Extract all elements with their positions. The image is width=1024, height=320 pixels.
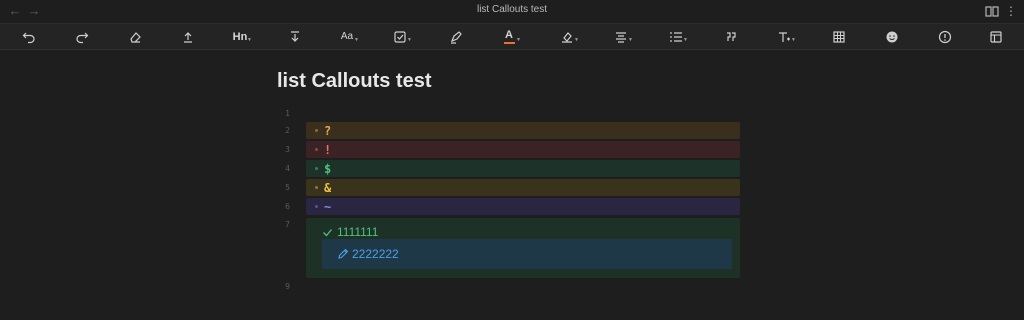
callout-symbol: ~ <box>324 199 332 214</box>
editing-toolbar: Hn ▼ Aa ▼ ▼ A ▼ ▼ ▼ ▼ ▼ <box>0 24 1024 50</box>
font-color-label: A <box>505 28 513 41</box>
note-callout-text: 2222222 <box>352 247 399 261</box>
chevron-down-icon: ▼ <box>407 37 412 43</box>
redo-icon[interactable] <box>73 28 91 45</box>
chevron-down-icon: ▼ <box>354 37 359 43</box>
line-number: 3 <box>285 145 290 154</box>
font-size-icon[interactable]: Aa ▼ <box>338 28 359 45</box>
fill-color-icon[interactable]: ▼ <box>558 28 579 45</box>
check-icon <box>323 228 332 236</box>
check-callout-text: 1111111 <box>337 225 379 239</box>
callout-symbol: ? <box>324 123 332 138</box>
emoji-icon[interactable] <box>883 28 901 45</box>
callout-symbol: & <box>324 180 332 195</box>
callout-symbol: $ <box>324 161 332 176</box>
line-number: 7 <box>285 220 290 229</box>
check-callout-title: 1111111 <box>322 225 378 239</box>
callout-row[interactable]: ! <box>306 141 740 158</box>
callout-row[interactable]: & <box>306 179 740 196</box>
success-callout[interactable]: 1111111 2222222 <box>306 218 740 278</box>
bullet <box>315 167 318 170</box>
chevron-down-icon: ▼ <box>628 37 633 43</box>
chevron-down-icon: ▼ <box>247 37 252 43</box>
line-number: 4 <box>285 164 290 173</box>
page-title: list Callouts test <box>277 70 432 92</box>
bullet <box>315 129 318 132</box>
list-icon[interactable]: ▼ <box>667 28 688 45</box>
font-color-swatch <box>503 41 515 44</box>
layout-icon[interactable] <box>987 28 1005 45</box>
line-number: 9 <box>285 282 290 291</box>
bullet <box>315 186 318 189</box>
chevron-down-icon: ▼ <box>791 37 796 43</box>
callout-row[interactable]: ~ <box>306 198 740 215</box>
line-number: 6 <box>285 202 290 211</box>
line-number: 1 <box>285 109 290 118</box>
window-title: list Callouts test <box>476 4 548 15</box>
upload-icon[interactable] <box>179 28 197 45</box>
highlighter-icon[interactable] <box>447 28 465 45</box>
callout-row[interactable]: ? <box>306 122 740 139</box>
line-number: 5 <box>285 183 290 192</box>
chevron-down-icon: ▼ <box>516 37 521 43</box>
table-icon[interactable] <box>830 28 848 45</box>
pencil-icon <box>338 248 349 259</box>
reading-view-icon[interactable] <box>984 3 1000 19</box>
heading-label: Hn <box>232 30 248 43</box>
chevron-down-icon: ▼ <box>683 37 688 43</box>
note-callout[interactable]: 2222222 <box>322 239 732 269</box>
callout-symbol: ! <box>324 142 332 157</box>
quote-icon[interactable] <box>722 28 740 45</box>
align-icon[interactable]: ▼ <box>612 28 633 45</box>
info-icon[interactable] <box>936 28 954 45</box>
heading-icon[interactable]: Hn ▼ <box>231 28 252 45</box>
note-callout-title: 2222222 <box>337 247 399 261</box>
bullet <box>315 205 318 208</box>
font-size-label: Aa <box>340 31 354 42</box>
more-options-icon[interactable]: ⋮ <box>1003 3 1019 19</box>
line-number: 2 <box>285 126 290 135</box>
checkbox-icon[interactable]: ▼ <box>391 28 412 45</box>
chevron-down-icon: ▼ <box>574 37 579 43</box>
text-format-icon[interactable]: ▼ <box>775 28 796 45</box>
font-color-icon[interactable]: A ▼ <box>500 28 521 45</box>
download-icon[interactable] <box>286 28 304 45</box>
eraser-icon[interactable] <box>126 28 144 45</box>
callout-row[interactable]: $ <box>306 160 740 177</box>
title-bar: ← → list Callouts test ⋮ <box>0 0 1024 24</box>
bullet <box>315 148 318 151</box>
undo-icon[interactable] <box>20 28 38 45</box>
